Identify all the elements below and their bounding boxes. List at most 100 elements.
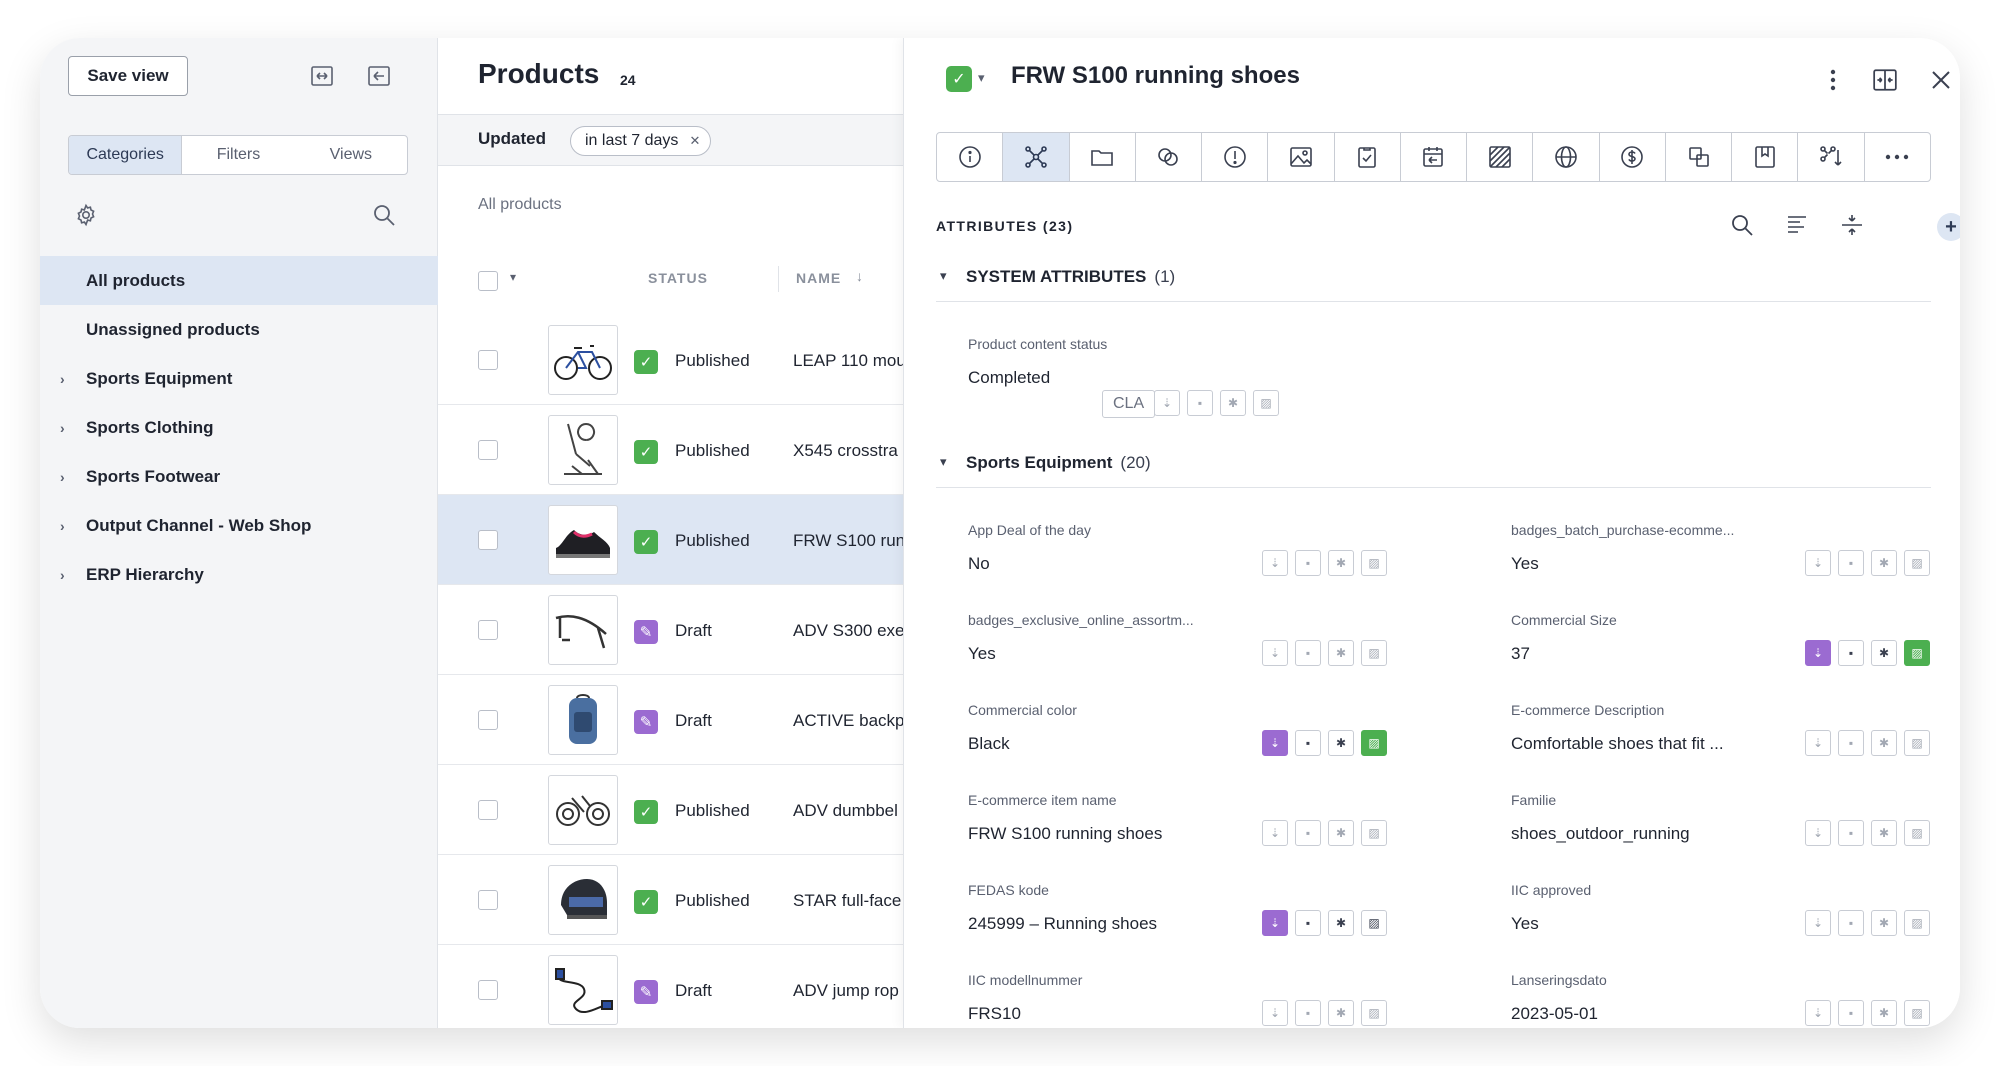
- lock-icon[interactable]: ▪: [1838, 730, 1864, 756]
- chevron-down-icon[interactable]: ▾: [978, 70, 985, 86]
- inherit-icon[interactable]: ⇣: [1805, 730, 1831, 756]
- product-thumbnail[interactable]: [548, 415, 618, 485]
- hatch-icon[interactable]: ▨: [1361, 820, 1387, 846]
- chevron-right-icon[interactable]: ›: [60, 403, 65, 452]
- row-checkbox[interactable]: [478, 980, 498, 1000]
- tab-attributes[interactable]: [1003, 133, 1070, 181]
- row-name[interactable]: ADV dumbbel: [793, 801, 903, 821]
- asterisk-icon[interactable]: ✱: [1328, 730, 1354, 756]
- inherit-icon[interactable]: ⇣: [1262, 730, 1288, 756]
- hatch-icon[interactable]: ▨: [1253, 390, 1279, 416]
- search-icon[interactable]: [1727, 210, 1757, 240]
- tab-globe[interactable]: [1533, 133, 1600, 181]
- chevron-right-icon[interactable]: ›: [60, 452, 65, 501]
- save-view-button[interactable]: Save view: [68, 56, 188, 96]
- table-row[interactable]: ✓ Published ADV dumbbel: [438, 765, 903, 855]
- hatch-icon[interactable]: ▨: [1361, 550, 1387, 576]
- tab-links[interactable]: [1136, 133, 1203, 181]
- tab-views[interactable]: Views: [295, 136, 407, 174]
- lock-icon[interactable]: ▪: [1187, 390, 1213, 416]
- lock-icon[interactable]: ▪: [1838, 910, 1864, 936]
- chevron-down-icon[interactable]: ▾: [510, 270, 516, 284]
- row-checkbox[interactable]: [478, 350, 498, 370]
- product-thumbnail[interactable]: [548, 865, 618, 935]
- asterisk-icon[interactable]: ✱: [1871, 730, 1897, 756]
- tab-filters[interactable]: Filters: [182, 136, 294, 174]
- table-row[interactable]: ✎ Draft ACTIVE backp: [438, 675, 903, 765]
- tab-variants[interactable]: [1666, 133, 1733, 181]
- asterisk-icon[interactable]: ✱: [1328, 820, 1354, 846]
- table-row[interactable]: ✎ Draft ADV jump rop: [438, 945, 903, 1028]
- sidebar-item-erp-hierarchy[interactable]: › ERP Hierarchy: [40, 550, 438, 599]
- tab-folder[interactable]: [1070, 133, 1136, 181]
- asterisk-icon[interactable]: ✱: [1220, 390, 1246, 416]
- hatch-icon[interactable]: ▨: [1904, 910, 1930, 936]
- asterisk-icon[interactable]: ✱: [1871, 550, 1897, 576]
- hatch-icon[interactable]: ▨: [1904, 730, 1930, 756]
- asterisk-icon[interactable]: ✱: [1871, 820, 1897, 846]
- hatch-icon[interactable]: ▨: [1904, 640, 1930, 666]
- lock-icon[interactable]: ▪: [1838, 640, 1864, 666]
- inherit-icon[interactable]: ⇣: [1805, 640, 1831, 666]
- collapse-sidebar-icon[interactable]: [365, 62, 393, 90]
- tab-images[interactable]: [1268, 133, 1335, 181]
- tab-calendar[interactable]: [1401, 133, 1468, 181]
- asterisk-icon[interactable]: ✱: [1328, 640, 1354, 666]
- tab-more[interactable]: [1865, 133, 1930, 181]
- lock-icon[interactable]: ▪: [1295, 820, 1321, 846]
- expand-horizontal-icon[interactable]: [308, 62, 336, 90]
- row-checkbox[interactable]: [478, 530, 498, 550]
- sidebar-item-unassigned-products[interactable]: Unassigned products: [40, 305, 438, 354]
- tab-info[interactable]: [937, 133, 1004, 181]
- row-name[interactable]: ADV jump rop: [793, 981, 903, 1001]
- section-system-attributes[interactable]: ▾ SYSTEM ATTRIBUTES (1): [936, 258, 1931, 302]
- row-checkbox[interactable]: [478, 710, 498, 730]
- inherit-icon[interactable]: ⇣: [1805, 820, 1831, 846]
- lock-icon[interactable]: ▪: [1838, 550, 1864, 576]
- inherit-icon[interactable]: ⇣: [1262, 820, 1288, 846]
- tab-categories[interactable]: Categories: [69, 136, 183, 174]
- tab-pricing[interactable]: [1600, 133, 1666, 181]
- lock-icon[interactable]: ▪: [1295, 910, 1321, 936]
- inherit-icon[interactable]: ⇣: [1805, 550, 1831, 576]
- status-check-icon[interactable]: ✓: [946, 66, 972, 92]
- close-icon[interactable]: [1925, 64, 1957, 96]
- product-thumbnail[interactable]: [548, 685, 618, 755]
- asterisk-icon[interactable]: ✱: [1871, 1000, 1897, 1026]
- chevron-right-icon[interactable]: ›: [60, 550, 65, 599]
- table-row[interactable]: ✓ Published X545 crosstra: [438, 405, 903, 495]
- inherit-icon[interactable]: ⇣: [1262, 1000, 1288, 1026]
- product-thumbnail[interactable]: [548, 955, 618, 1025]
- hatch-icon[interactable]: ▨: [1361, 1000, 1387, 1026]
- row-checkbox[interactable]: [478, 890, 498, 910]
- asterisk-icon[interactable]: ✱: [1328, 910, 1354, 936]
- section-sports-equipment[interactable]: ▾ Sports Equipment (20): [936, 444, 1931, 488]
- tab-alerts[interactable]: [1202, 133, 1269, 181]
- lock-icon[interactable]: ▪: [1295, 730, 1321, 756]
- row-checkbox[interactable]: [478, 440, 498, 460]
- asterisk-icon[interactable]: ✱: [1328, 1000, 1354, 1026]
- table-row[interactable]: ✓ Published STAR full-face: [438, 855, 903, 945]
- close-icon[interactable]: ✕: [689, 133, 700, 149]
- sidebar-item-sports-clothing[interactable]: › Sports Clothing: [40, 403, 438, 452]
- lock-icon[interactable]: ▪: [1295, 1000, 1321, 1026]
- product-thumbnail[interactable]: [548, 505, 618, 575]
- hatch-icon[interactable]: ▨: [1904, 1000, 1930, 1026]
- row-checkbox[interactable]: [478, 800, 498, 820]
- row-name[interactable]: LEAP 110 mou: [793, 351, 903, 371]
- sidebar-item-all-products[interactable]: All products: [40, 256, 438, 305]
- collapse-all-icon[interactable]: [1837, 210, 1867, 240]
- hatch-icon[interactable]: ▨: [1361, 910, 1387, 936]
- hatch-icon[interactable]: ▨: [1904, 820, 1930, 846]
- chevron-down-icon[interactable]: ▾: [940, 268, 947, 284]
- lock-icon[interactable]: ▪: [1838, 1000, 1864, 1026]
- sidebar-item-sports-footwear[interactable]: › Sports Footwear: [40, 452, 438, 501]
- tab-pattern[interactable]: [1467, 133, 1534, 181]
- asterisk-icon[interactable]: ✱: [1328, 550, 1354, 576]
- column-header-name[interactable]: NAME: [796, 270, 841, 286]
- chevron-right-icon[interactable]: ›: [60, 501, 65, 550]
- inherit-icon[interactable]: ⇣: [1262, 550, 1288, 576]
- row-name[interactable]: ACTIVE backp: [793, 711, 903, 731]
- inherit-icon[interactable]: ⇣: [1154, 390, 1180, 416]
- column-header-status[interactable]: STATUS: [648, 270, 708, 286]
